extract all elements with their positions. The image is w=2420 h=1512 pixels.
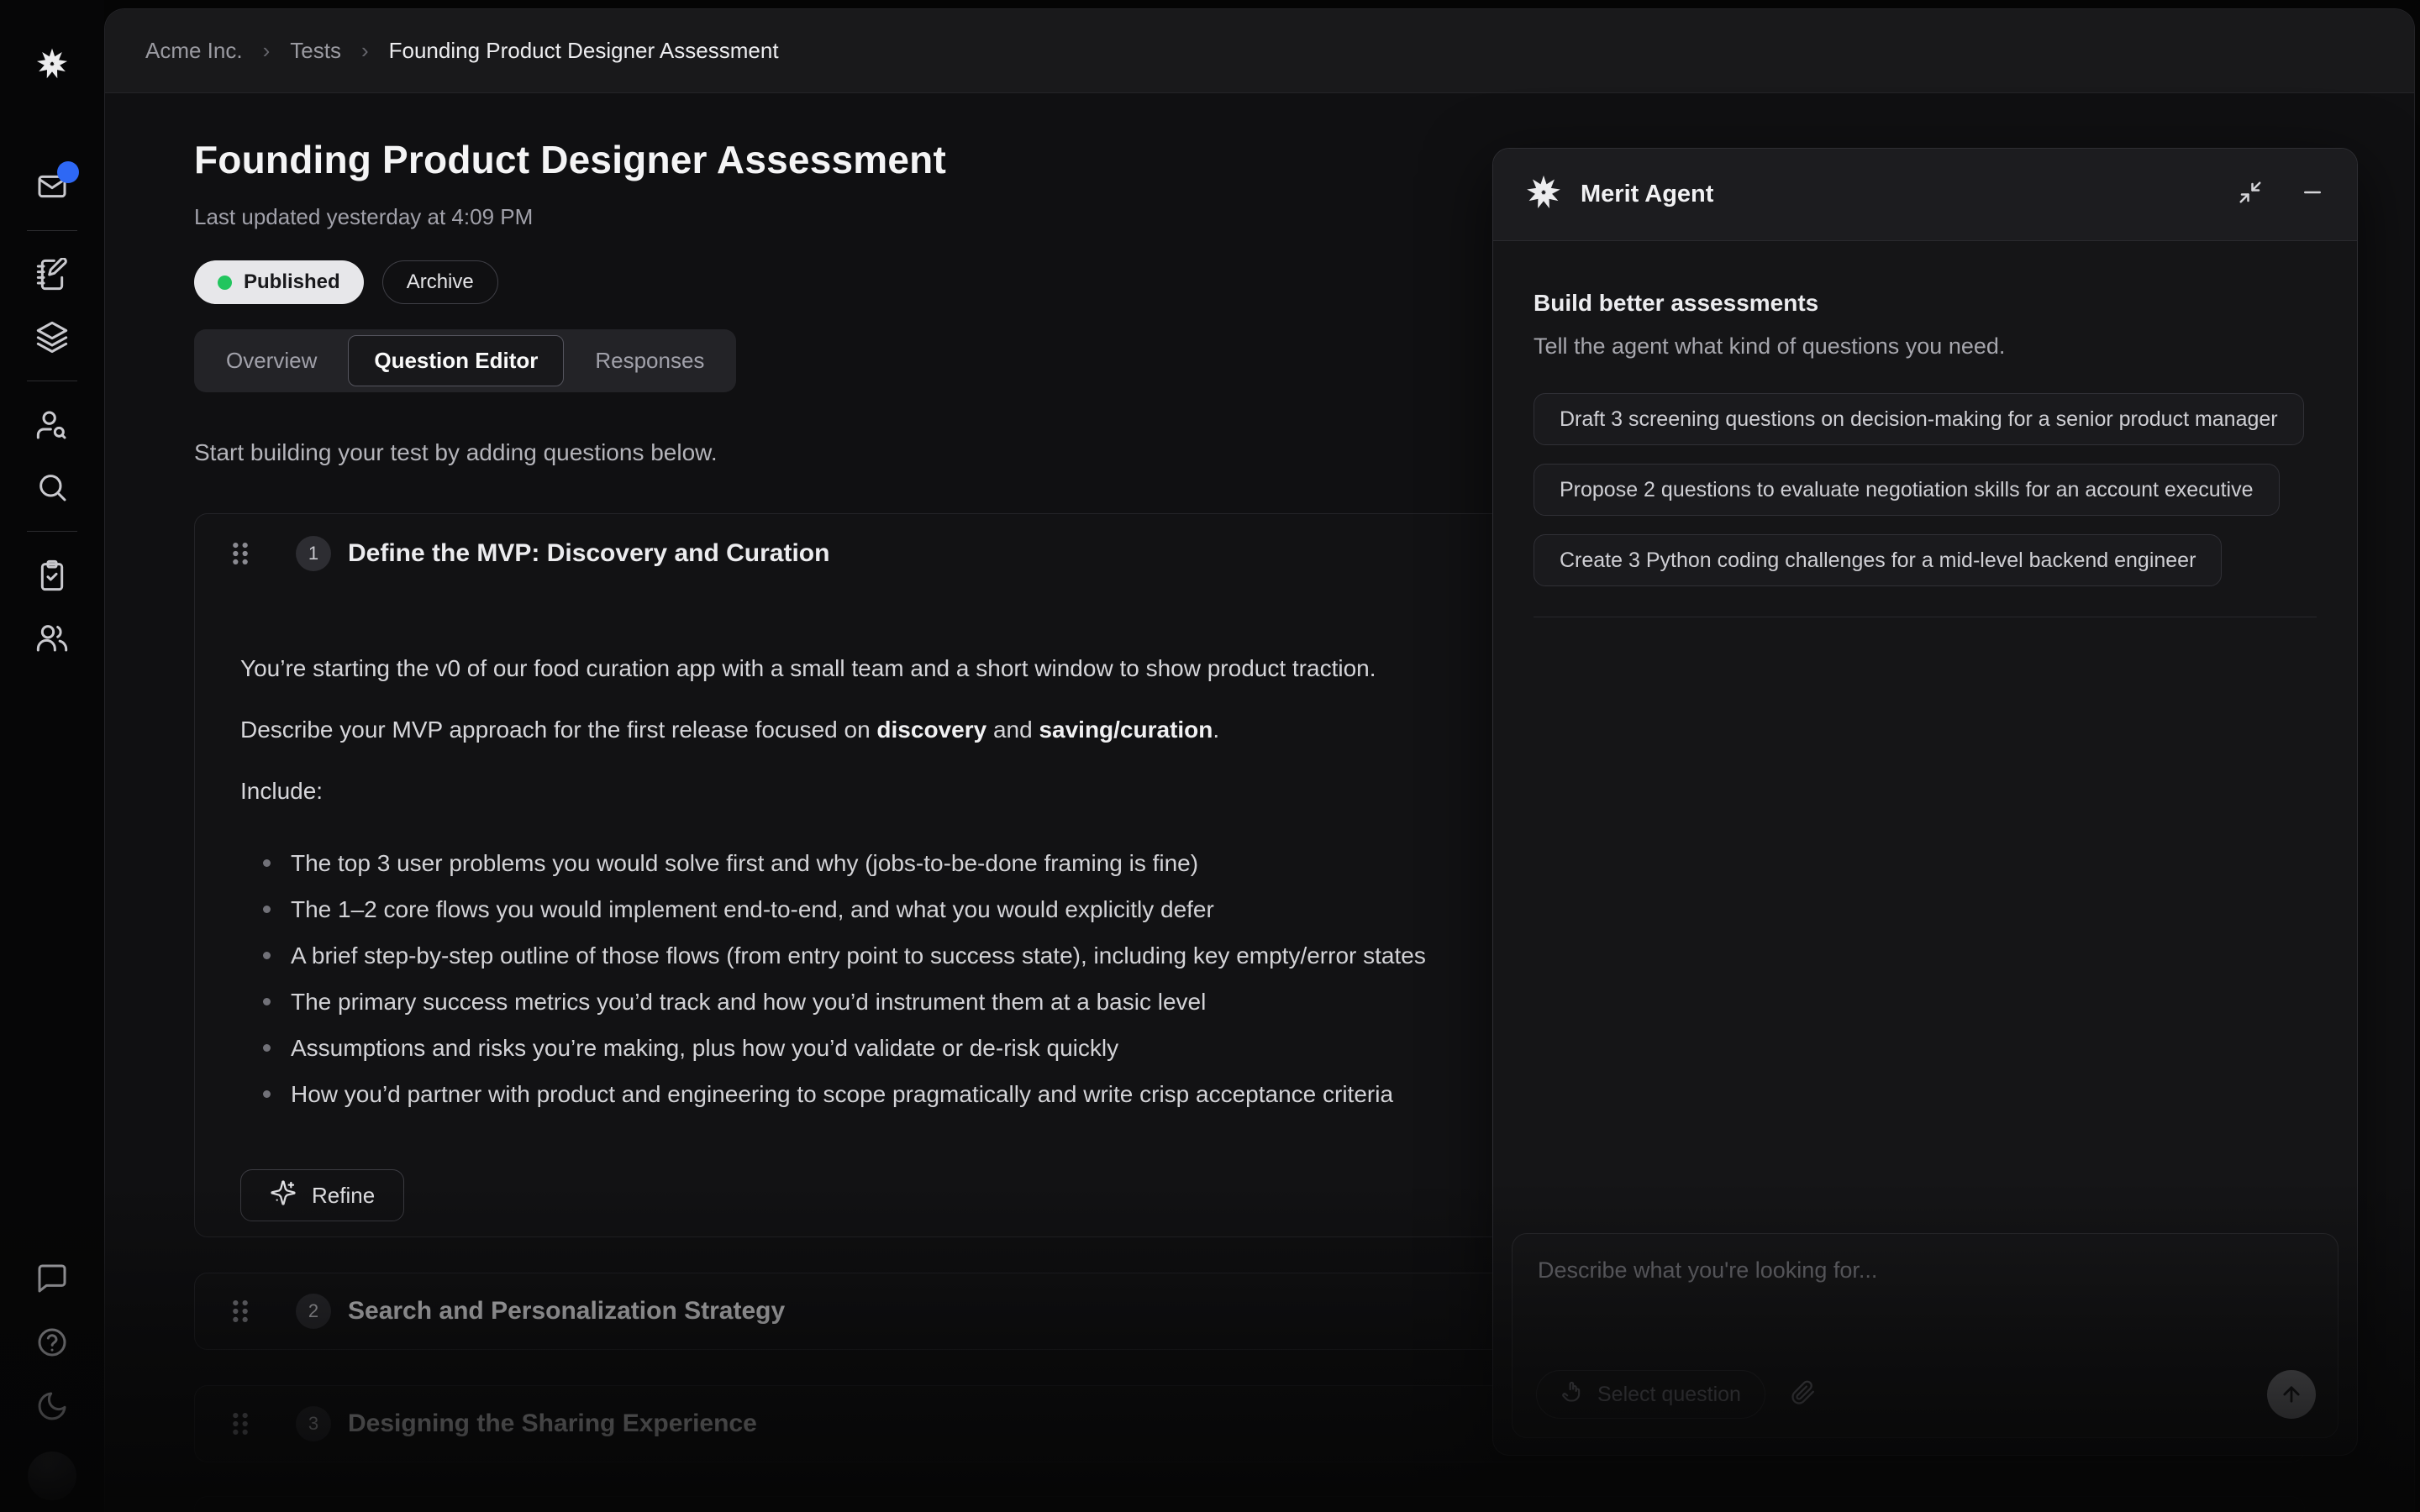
send-button[interactable] (2267, 1370, 2316, 1419)
layers-icon[interactable] (30, 315, 74, 359)
breadcrumb-org[interactable]: Acme Inc. (145, 38, 243, 64)
tab-responses[interactable]: Responses (569, 335, 730, 386)
help-icon[interactable] (30, 1320, 74, 1364)
tab-bar: Overview Question Editor Responses (194, 329, 736, 392)
inbox-icon[interactable] (30, 165, 74, 208)
clipboard-check-icon[interactable] (30, 554, 74, 597)
merit-logo-icon (1525, 174, 1562, 215)
drag-handle-icon[interactable] (229, 539, 252, 568)
agent-header: Merit Agent (1493, 149, 2357, 241)
refine-label: Refine (312, 1183, 375, 1209)
suggestion-button[interactable]: Propose 2 questions to evaluate negotiat… (1534, 464, 2280, 516)
question-number: 1 (296, 536, 331, 571)
sparkles-icon (270, 1179, 297, 1212)
notification-dot (57, 161, 79, 183)
refine-button[interactable]: Refine (240, 1169, 404, 1221)
suggestion-button[interactable]: Draft 3 screening questions on decision-… (1534, 393, 2304, 445)
left-sidebar (0, 0, 104, 1512)
drag-handle-icon[interactable] (229, 1410, 252, 1438)
agent-title: Merit Agent (1581, 181, 1713, 208)
divider (27, 230, 77, 231)
chevron-right-icon: › (263, 38, 271, 64)
published-badge[interactable]: Published (194, 260, 364, 304)
archive-label: Archive (407, 270, 474, 294)
agent-subheading: Tell the agent what kind of questions yo… (1534, 333, 2317, 360)
drag-handle-icon[interactable] (229, 1297, 252, 1326)
breadcrumb-current: Founding Product Designer Assessment (389, 38, 779, 64)
user-avatar[interactable] (28, 1452, 76, 1500)
published-label: Published (244, 270, 340, 294)
question-title[interactable]: Search and Personalization Strategy (348, 1297, 785, 1326)
select-question-label: Select question (1597, 1383, 1741, 1407)
collapse-icon[interactable] (2238, 180, 2263, 209)
merit-logo-icon (30, 42, 74, 86)
notebook-pen-icon[interactable] (30, 253, 74, 297)
user-search-icon[interactable] (30, 403, 74, 447)
breadcrumb-tests[interactable]: Tests (290, 38, 341, 64)
agent-body: Build better assessments Tell the agent … (1493, 241, 2357, 617)
archive-button[interactable]: Archive (382, 260, 498, 304)
top-bar: Acme Inc. › Tests › Founding Product Des… (105, 9, 2414, 93)
merit-agent-panel: Merit Agent Build better assessments Tel… (1492, 148, 2358, 1456)
pointer-hand-icon (1560, 1380, 1584, 1410)
divider (27, 531, 77, 532)
chevron-right-icon: › (361, 38, 369, 64)
question-title[interactable]: Define the MVP: Discovery and Curation (348, 539, 829, 568)
dark-mode-icon[interactable] (30, 1384, 74, 1428)
question-number: 2 (296, 1294, 331, 1329)
minimize-icon[interactable] (2300, 180, 2325, 209)
app: Acme Inc. › Tests › Founding Product Des… (0, 0, 2420, 1512)
chat-icon[interactable] (30, 1257, 74, 1300)
tab-overview[interactable]: Overview (200, 335, 343, 386)
tab-question-editor[interactable]: Question Editor (348, 335, 564, 386)
select-question-button[interactable]: Select question (1536, 1370, 1765, 1419)
attachment-icon[interactable] (1791, 1380, 1816, 1410)
agent-input[interactable] (1536, 1256, 2314, 1323)
users-icon[interactable] (30, 616, 74, 659)
question-title[interactable]: Designing the Sharing Experience (348, 1410, 757, 1438)
suggestion-button[interactable]: Create 3 Python coding challenges for a … (1534, 534, 2222, 586)
question-number: 3 (296, 1406, 331, 1441)
search-icon[interactable] (30, 465, 74, 509)
agent-heading: Build better assessments (1534, 290, 2317, 317)
question-card-4[interactable]: 4 Design System v1: Tokens, Components, … (194, 1496, 2305, 1512)
status-dot (218, 276, 232, 290)
agent-composer: Select question (1512, 1233, 2338, 1438)
